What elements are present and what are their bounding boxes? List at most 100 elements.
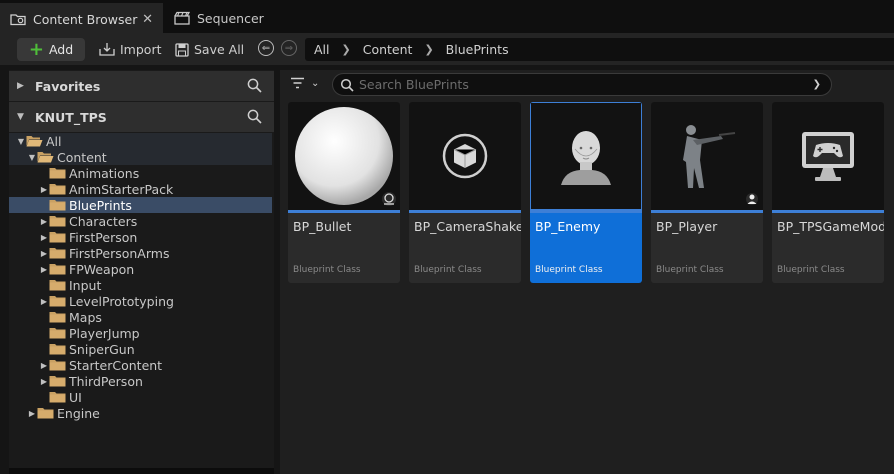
favorites-header[interactable]: ▶ Favorites	[9, 71, 274, 101]
chevron-right-icon[interactable]: ▶	[39, 361, 49, 370]
tree-item-label: FPWeapon	[69, 261, 135, 277]
tree-item-label: UI	[69, 389, 82, 405]
tree-item-label: PlayerJump	[69, 325, 140, 341]
tree-item-label: FirstPerson	[69, 229, 138, 245]
tree-item[interactable]: ▶ StarterContent	[9, 357, 272, 373]
tree-item-label: ThirdPerson	[69, 373, 143, 389]
tree-item-label: SniperGun	[69, 341, 135, 357]
asset-class: Blueprint Class	[293, 265, 361, 275]
chevron-right-icon[interactable]: ▶	[39, 377, 49, 386]
favorites-label: Favorites	[35, 78, 101, 94]
import-icon	[99, 43, 115, 56]
tab-sequencer[interactable]: Sequencer	[164, 3, 299, 33]
chevron-down-icon[interactable]: ▼	[27, 153, 37, 162]
asset-type-bar	[772, 210, 884, 213]
close-icon[interactable]: ✕	[142, 12, 153, 27]
asset-type-bar	[409, 210, 521, 213]
cube-icon	[409, 102, 521, 210]
chevron-right-icon[interactable]: ▶	[39, 233, 49, 242]
tree-item-label: BluePrints	[69, 197, 132, 213]
project-header[interactable]: ▼ KNUT_TPS	[9, 102, 274, 132]
toolbar: + Add Import Save All ⇐ ⇒ All ❯ Content …	[0, 33, 894, 65]
asset-type-bar	[288, 210, 400, 213]
folder-icon	[49, 247, 66, 259]
tree-item[interactable]: ▶ ThirdPerson	[9, 373, 272, 389]
save-all-button[interactable]: Save All	[175, 38, 244, 61]
folder-open-icon	[37, 151, 54, 163]
chevron-right-icon[interactable]: ❯	[342, 43, 351, 56]
chevron-right-icon[interactable]: ▶	[39, 185, 49, 194]
asset-name: BP_Enemy	[535, 219, 601, 234]
search-icon	[340, 78, 354, 92]
asset-tile[interactable]: BP_CameraShake Blueprint Class	[409, 102, 521, 283]
tree-item[interactable]: Maps	[9, 309, 272, 325]
tree-item[interactable]: ▶ Engine	[9, 405, 272, 421]
tree-item[interactable]: Input	[9, 277, 272, 293]
asset-class: Blueprint Class	[777, 265, 845, 275]
tab-label: Sequencer	[197, 10, 264, 26]
chevron-down-icon[interactable]: ❯	[813, 79, 821, 90]
chevron-right-icon[interactable]: ▶	[39, 217, 49, 226]
folder-icon	[49, 311, 66, 323]
folder-icon	[49, 375, 66, 387]
folder-icon	[49, 167, 66, 179]
tree-item[interactable]: ▶ FirstPerson	[9, 229, 272, 245]
project-label: KNUT_TPS	[35, 109, 107, 125]
chevron-right-icon[interactable]: ❯	[424, 43, 433, 56]
search-icon[interactable]	[247, 109, 262, 124]
forward-button[interactable]: ⇒	[281, 40, 297, 56]
chevron-right-icon[interactable]: ▶	[27, 409, 37, 418]
asset-tile[interactable]: BP_Bullet Blueprint Class	[288, 102, 400, 283]
search-input[interactable]: Search BluePrints ❯	[332, 73, 832, 96]
tab-content-browser[interactable]: Content Browser ✕	[0, 3, 163, 33]
breadcrumb-item[interactable]: Content	[363, 42, 413, 57]
tree-item[interactable]: BluePrints	[9, 197, 272, 213]
tree-item[interactable]: SniperGun	[9, 341, 272, 357]
plus-icon: +	[28, 38, 44, 60]
tree-item[interactable]: ▼ All	[9, 133, 272, 149]
folder-icon	[49, 199, 66, 211]
tree-item[interactable]: ▶ LevelPrototyping	[9, 293, 272, 309]
content-browser-icon	[10, 12, 26, 26]
folder-icon	[49, 231, 66, 243]
tree-item[interactable]: Animations	[9, 165, 272, 181]
asset-tile[interactable]: BP_Enemy Blueprint Class	[530, 102, 642, 283]
tree-item[interactable]: ▶ FirstPersonArms	[9, 245, 272, 261]
tree-item-label: Maps	[69, 309, 102, 325]
asset-tile[interactable]: BP_Player Blueprint Class	[651, 102, 763, 283]
tree-item[interactable]: PlayerJump	[9, 325, 272, 341]
chevron-down-icon[interactable]: ▼	[16, 137, 26, 146]
chevron-down-icon: ⌄	[311, 77, 320, 89]
tree-item[interactable]: ▶ AnimStarterPack	[9, 181, 272, 197]
chevron-right-icon[interactable]: ▶	[39, 297, 49, 306]
tree-item[interactable]: ▼ Content	[9, 149, 272, 165]
asset-tile[interactable]: BP_TPSGameMode Blueprint Class	[772, 102, 884, 283]
tree-item[interactable]: ▶ Characters	[9, 213, 272, 229]
filter-button[interactable]: ⌄	[290, 77, 319, 89]
tree-item-label: Animations	[69, 165, 140, 181]
breadcrumb-item[interactable]: All	[314, 42, 330, 57]
back-button[interactable]: ⇐	[258, 40, 274, 56]
search-placeholder: Search BluePrints	[359, 77, 469, 92]
chevron-right-icon[interactable]: ▶	[39, 265, 49, 274]
arrow-right-icon: ⇒	[284, 42, 294, 54]
breadcrumb-item[interactable]: BluePrints	[446, 42, 509, 57]
folder-icon	[49, 183, 66, 195]
import-button[interactable]: Import	[99, 38, 162, 61]
soldier-icon	[651, 102, 763, 210]
tab-bar: Content Browser ✕ Sequencer	[0, 0, 894, 33]
search-icon[interactable]	[247, 78, 262, 93]
tree-item-label: Input	[69, 277, 102, 293]
folder-icon	[49, 343, 66, 355]
chevron-right-icon[interactable]: ▶	[39, 249, 49, 258]
save-icon	[175, 42, 189, 57]
tree-item[interactable]: UI	[9, 389, 272, 405]
asset-view: ⌄ Search BluePrints ❯ BP_Bullet Blueprin…	[280, 70, 894, 474]
add-button-label: Add	[48, 42, 74, 57]
tree-item[interactable]: ▶ FPWeapon	[9, 261, 272, 277]
add-button[interactable]: + Add	[17, 38, 85, 61]
asset-name: BP_Player	[656, 219, 718, 234]
horizontal-scrollbar[interactable]	[9, 468, 274, 474]
asset-type-bar	[530, 210, 642, 213]
monitor-gamepad-icon	[772, 102, 884, 210]
